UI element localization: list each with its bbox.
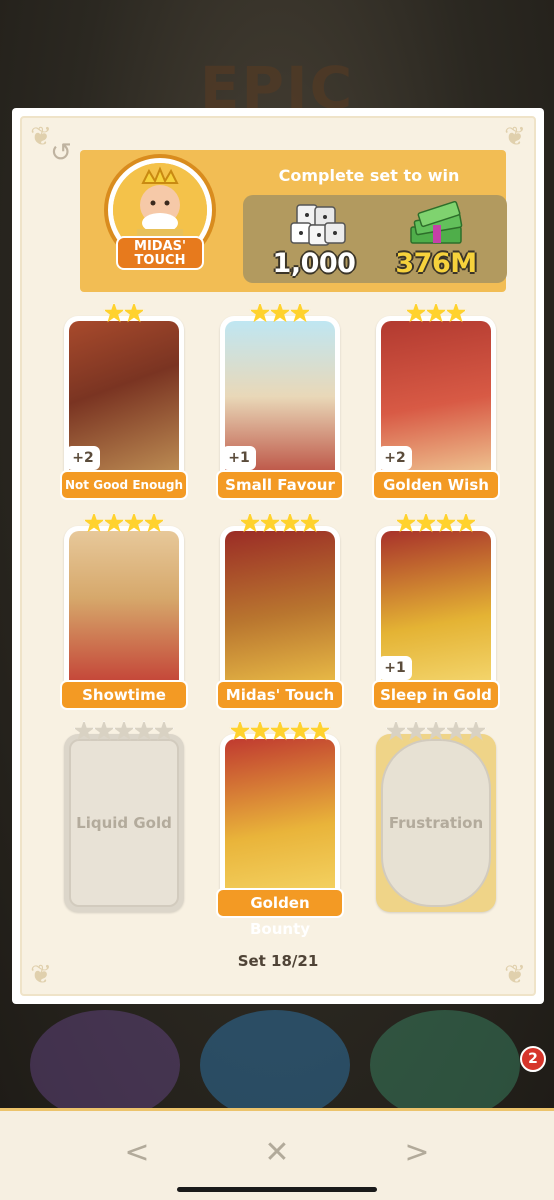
- card-name: Liquid Gold: [76, 814, 172, 832]
- card-artwork: [225, 739, 335, 907]
- star-rating: [60, 512, 188, 538]
- previous-set-button[interactable]: <: [112, 1133, 162, 1173]
- notification-badge: 2: [520, 1046, 546, 1072]
- star-icon: [445, 720, 467, 741]
- star-icon: [465, 720, 487, 741]
- sticker-card[interactable]: Small Favour +1: [216, 302, 344, 504]
- star-icon: [455, 512, 477, 533]
- sticker-card[interactable]: Not Good Enough +2: [60, 302, 188, 504]
- set-progress: Set 18/21: [237, 952, 319, 970]
- sticker-card[interactable]: Sleep in Gold +1: [372, 512, 500, 714]
- card-frame: [220, 526, 340, 704]
- duplicate-count-badge: +2: [378, 446, 412, 470]
- star-icon: [425, 302, 447, 323]
- sticker-card[interactable]: Midas' Touch: [216, 512, 344, 714]
- cash-stack-icon: [410, 200, 463, 244]
- star-icon: [289, 720, 311, 741]
- star-rating: [60, 720, 188, 746]
- star-icon: [133, 720, 155, 741]
- card-name: Not Good Enough: [60, 470, 188, 500]
- sticker-card[interactable]: Golden Bounty: [216, 720, 344, 938]
- star-icon: [103, 512, 125, 533]
- card-name: Sleep in Gold: [372, 680, 500, 710]
- duplicate-count-badge: +1: [378, 656, 412, 680]
- cash-reward: 376M: [381, 200, 491, 279]
- star-icon: [143, 512, 165, 533]
- star-icon: [123, 512, 145, 533]
- star-icon: [425, 720, 447, 741]
- star-rating: [216, 512, 344, 538]
- cash-reward-value: 376M: [395, 248, 477, 279]
- duplicate-count-badge: +1: [222, 446, 256, 470]
- card-frame: [220, 734, 340, 912]
- star-icon: [269, 302, 291, 323]
- star-rating: [60, 302, 188, 328]
- star-icon: [249, 720, 271, 741]
- star-icon: [249, 302, 271, 323]
- star-icon: [435, 512, 457, 533]
- card-name: Midas' Touch: [216, 680, 344, 710]
- star-icon: [123, 302, 145, 323]
- album-token: [370, 1010, 520, 1120]
- star-icon: [153, 720, 175, 741]
- star-icon: [259, 512, 281, 533]
- history-icon[interactable]: ↺: [46, 138, 76, 168]
- dice-reward-value: 1,000: [272, 248, 356, 279]
- star-icon: [93, 720, 115, 741]
- star-rating: [372, 720, 500, 746]
- set-emblem: MIDAS' TOUCH: [104, 154, 216, 282]
- star-rating: [372, 512, 500, 538]
- close-button[interactable]: ✕: [252, 1133, 302, 1173]
- home-indicator: [177, 1187, 377, 1192]
- star-icon: [309, 720, 331, 741]
- card-name: Golden Bounty: [216, 888, 344, 938]
- corner-ornament-icon: ❦: [504, 122, 526, 152]
- missing-sticker-card[interactable]: Frustration: [372, 720, 500, 922]
- star-icon: [239, 512, 261, 533]
- dice-icon: [290, 204, 346, 246]
- star-icon: [73, 720, 95, 741]
- star-icon: [405, 720, 427, 741]
- star-icon: [385, 720, 407, 741]
- next-set-button[interactable]: >: [392, 1133, 442, 1173]
- star-icon: [269, 720, 291, 741]
- star-icon: [113, 720, 135, 741]
- sticker-card[interactable]: Showtime: [60, 512, 188, 714]
- star-icon: [445, 302, 467, 323]
- card-name: Golden Wish: [372, 470, 500, 500]
- set-reward-header: MIDAS' TOUCH Complete set to win 1,000 3…: [80, 150, 507, 292]
- dice-reward: 1,000: [259, 201, 369, 279]
- card-name: Small Favour: [216, 470, 344, 500]
- star-rating: [216, 302, 344, 328]
- star-icon: [229, 720, 251, 741]
- star-rating: [216, 720, 344, 746]
- reward-title: Complete set to win: [278, 166, 460, 185]
- card-frame: [64, 526, 184, 704]
- missing-sticker-card[interactable]: Liquid Gold: [60, 720, 188, 922]
- duplicate-count-badge: +2: [66, 446, 100, 470]
- star-icon: [415, 512, 437, 533]
- card-artwork: [69, 531, 179, 699]
- album-token: [200, 1010, 350, 1120]
- card-name: Frustration: [388, 814, 484, 832]
- star-icon: [395, 512, 417, 533]
- album-set-sheet: ❦ ❦ ❦ ❦ ↺ MIDAS' TOUCH Complete set to w…: [20, 116, 536, 996]
- reward-box: 1,000 376M: [243, 195, 507, 283]
- star-icon: [83, 512, 105, 533]
- album-token: [30, 1010, 180, 1120]
- star-icon: [299, 512, 321, 533]
- star-rating: [372, 302, 500, 328]
- card-name: Showtime: [60, 680, 188, 710]
- star-icon: [405, 302, 427, 323]
- album-set-panel: ❦ ❦ ❦ ❦ ↺ MIDAS' TOUCH Complete set to w…: [12, 108, 544, 1004]
- star-icon: [103, 302, 125, 323]
- card-artwork: [225, 531, 335, 699]
- star-icon: [289, 302, 311, 323]
- set-name-label: MIDAS' TOUCH: [116, 236, 204, 270]
- bottom-navigation: < ✕ >: [0, 1108, 554, 1200]
- sticker-card[interactable]: Golden Wish +2: [372, 302, 500, 504]
- star-icon: [279, 512, 301, 533]
